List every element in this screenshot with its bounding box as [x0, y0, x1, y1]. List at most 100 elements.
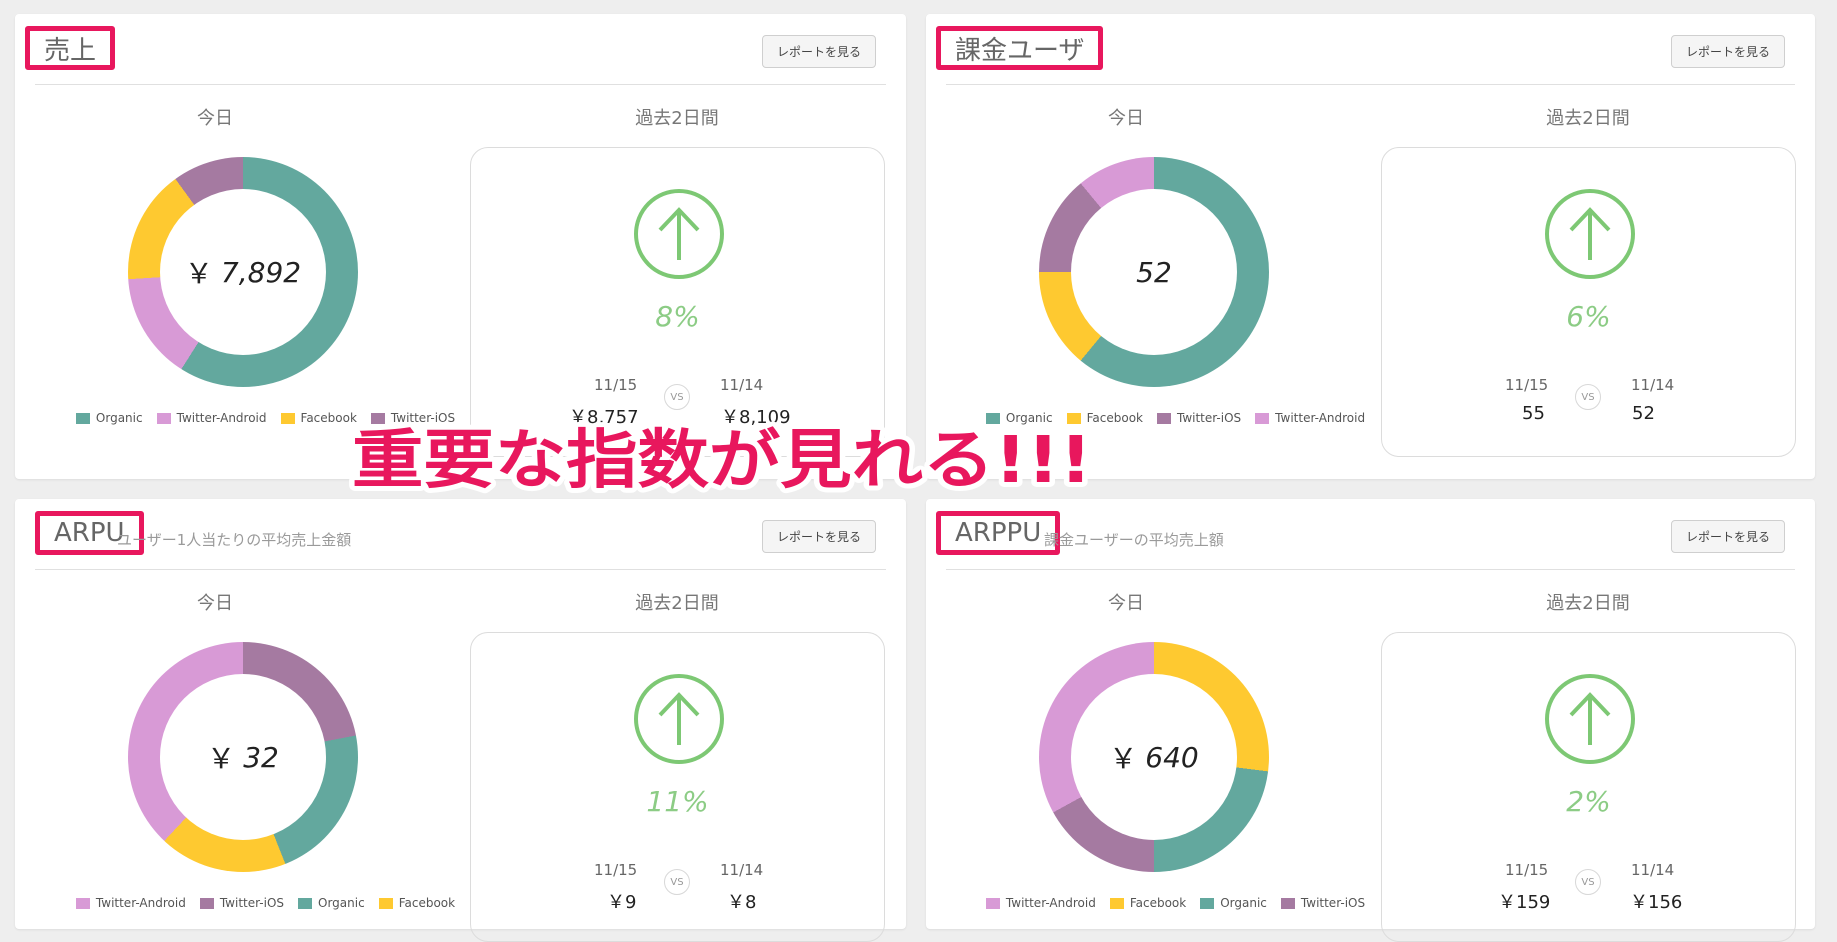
card-sales: 売上 レポートを見る 今日 過去2日間 ￥ 7,892 Organic Twitte…	[15, 14, 906, 479]
legend-item[interactable]: Organic	[75, 411, 143, 425]
divider	[946, 569, 1795, 570]
donut-center: 52	[1071, 189, 1237, 355]
view-report-button[interactable]: レポートを見る	[762, 520, 876, 553]
legend-item[interactable]: Facebook	[1109, 896, 1186, 910]
arrow-up-icon	[634, 189, 724, 279]
card-title: 課金ユーザ	[955, 35, 1085, 66]
legend-label: Twitter-Android	[1275, 411, 1366, 425]
past-comparison-panel: 2% 11/15 ￥159 VS 11/14 ￥156	[1381, 632, 1796, 942]
legend-label: Twitter-iOS	[219, 896, 285, 910]
legend-label: Twitter-iOS	[1176, 411, 1242, 425]
legend-swatch	[985, 412, 1000, 424]
past-label: 過去2日間	[1546, 593, 1630, 614]
legend-item[interactable]: Twitter-iOS	[1280, 896, 1366, 910]
view-report-button[interactable]: レポートを見る	[762, 35, 876, 68]
arrow-up-icon	[634, 674, 724, 764]
date-previous: 11/14	[720, 376, 764, 394]
today-label: 今日	[197, 593, 233, 614]
past-label: 過去2日間	[1546, 108, 1630, 129]
legend-swatch	[75, 897, 90, 909]
today-value: 7,892	[220, 255, 302, 289]
legend-swatch	[75, 412, 90, 424]
divider	[946, 84, 1795, 85]
value-previous: ￥8	[727, 892, 757, 913]
legend-item[interactable]: Facebook	[1066, 411, 1143, 425]
legend-swatch	[199, 897, 214, 909]
divider	[35, 84, 886, 85]
card-arpu: ARPU ユーザー1人当たりの平均売上金額 レポートを見る 今日 過去2日間 ￥…	[15, 499, 906, 942]
today-label: 今日	[1108, 593, 1144, 614]
legend-swatch	[298, 897, 313, 909]
legend-swatch	[985, 897, 1000, 909]
legend-swatch	[370, 412, 385, 424]
legend-item[interactable]: Twitter-iOS	[370, 411, 456, 425]
legend-item[interactable]: Facebook	[280, 411, 357, 425]
card-subtitle: ユーザー1人当たりの平均売上金額	[117, 531, 352, 549]
past-comparison-panel: 11% 11/15 ￥9 VS 11/14 ￥8	[470, 632, 885, 942]
today-label: 今日	[1108, 108, 1144, 129]
legend-item[interactable]: Twitter-Android	[985, 896, 1096, 910]
legend-item[interactable]: Organic	[298, 896, 365, 910]
past-label: 過去2日間	[635, 108, 719, 129]
legend-label: Twitter-Android	[176, 411, 267, 425]
legend-swatch	[1200, 897, 1215, 909]
legend-item[interactable]: Twitter-Android	[1255, 411, 1365, 425]
donut-center: ￥ 7,892	[160, 189, 326, 355]
legend-item[interactable]: Organic	[1200, 896, 1267, 910]
legend-item[interactable]: Twitter-iOS	[1156, 411, 1242, 425]
legend-label: Facebook	[1086, 411, 1143, 425]
value-previous: ￥8,109	[721, 407, 791, 428]
value-current: ￥9	[607, 892, 637, 913]
view-report-button[interactable]: レポートを見る	[1671, 520, 1785, 553]
legend-label: Facebook	[398, 896, 456, 910]
today-value: 52	[1136, 255, 1172, 289]
card-paying-users: 課金ユーザ レポートを見る 今日 過去2日間 52 Organic Faceboo…	[926, 14, 1815, 479]
donut-center: ￥ 32	[160, 674, 326, 840]
arrow-up-icon	[1545, 189, 1635, 279]
past-label: 過去2日間	[635, 593, 719, 614]
donut-chart: ￥ 7,892	[128, 157, 358, 387]
chart-legend: Twitter-Android Twitter-iOS Organic Faceboo…	[55, 896, 476, 910]
value-current: ￥159	[1498, 892, 1551, 913]
legend-swatch	[280, 412, 295, 424]
chart-legend: Twitter-Android Facebook Organic Twitter-iO…	[966, 896, 1385, 910]
date-previous: 11/14	[1631, 861, 1675, 879]
vs-badge: VS	[1575, 384, 1601, 410]
card-title-box: ARPPU	[936, 511, 1061, 555]
arrow-up-icon	[1545, 674, 1635, 764]
legend-item[interactable]: Twitter-Android	[156, 411, 267, 425]
change-percent: 2%	[1566, 785, 1611, 818]
legend-label: Organic	[95, 411, 143, 425]
legend-label: Twitter-Android	[1005, 896, 1096, 910]
legend-item[interactable]: Facebook	[378, 896, 456, 910]
legend-swatch	[1066, 412, 1081, 424]
currency-symbol: ￥	[207, 742, 236, 775]
today-label: 今日	[197, 108, 233, 129]
value-previous: 52	[1632, 403, 1655, 424]
legend-item[interactable]: Twitter-iOS	[199, 896, 285, 910]
value-previous: ￥156	[1630, 892, 1683, 913]
legend-label: Twitter-Android	[95, 896, 186, 910]
vs-badge: VS	[664, 869, 690, 895]
view-report-button[interactable]: レポートを見る	[1671, 35, 1785, 68]
legend-swatch	[1156, 412, 1171, 424]
today-value: 32	[243, 740, 279, 774]
date-current: 11/15	[594, 861, 638, 879]
legend-swatch	[1109, 897, 1124, 909]
currency-symbol: ￥	[184, 257, 213, 290]
legend-label: Twitter-iOS	[1300, 896, 1366, 910]
legend-item[interactable]: Organic	[985, 411, 1053, 425]
chart-legend: Organic Twitter-Android Facebook Twitter-iO…	[55, 411, 476, 425]
legend-swatch	[1255, 412, 1270, 424]
card-title: ARPPU	[955, 518, 1042, 548]
legend-swatch	[156, 412, 171, 424]
legend-item[interactable]: Twitter-Android	[75, 896, 186, 910]
legend-label: Twitter-iOS	[390, 411, 456, 425]
card-arppu: ARPPU 課金ユーザーの平均売上額 レポートを見る 今日 過去2日間 ￥ 640…	[926, 499, 1815, 942]
change-percent: 8%	[655, 300, 700, 333]
value-current: 55	[1522, 403, 1545, 424]
date-previous: 11/14	[720, 861, 764, 879]
donut-chart: ￥ 640	[1039, 642, 1269, 872]
date-previous: 11/14	[1631, 376, 1675, 394]
vs-badge: VS	[1575, 869, 1601, 895]
